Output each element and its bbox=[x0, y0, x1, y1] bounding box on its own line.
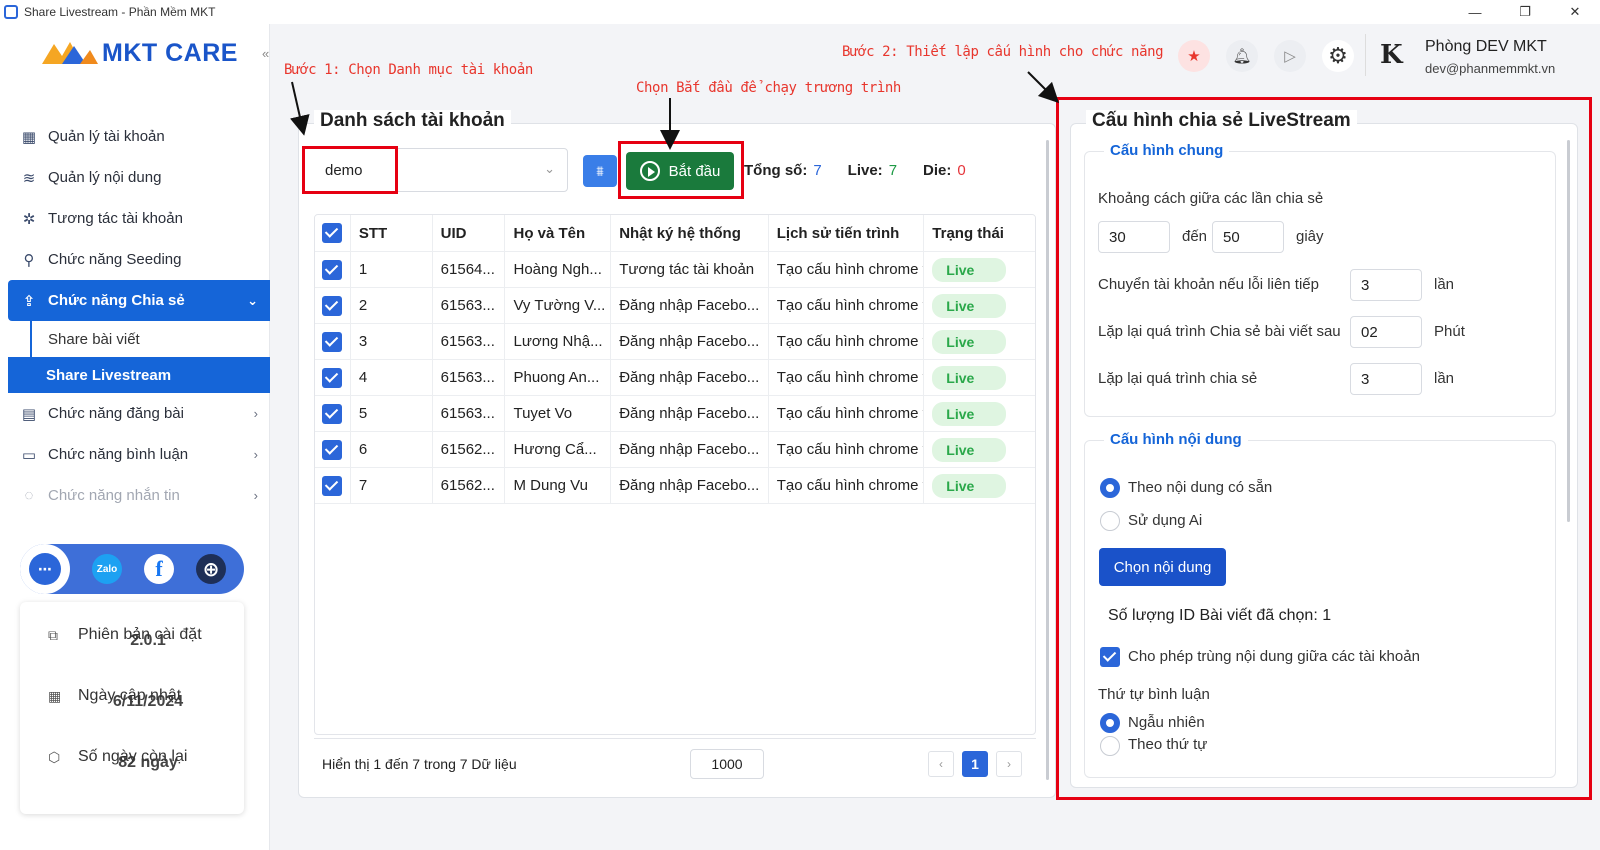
annotation-arrows bbox=[290, 71, 1060, 150]
arrow-step2 bbox=[1027, 71, 1060, 104]
arrow-step1 bbox=[290, 81, 310, 136]
